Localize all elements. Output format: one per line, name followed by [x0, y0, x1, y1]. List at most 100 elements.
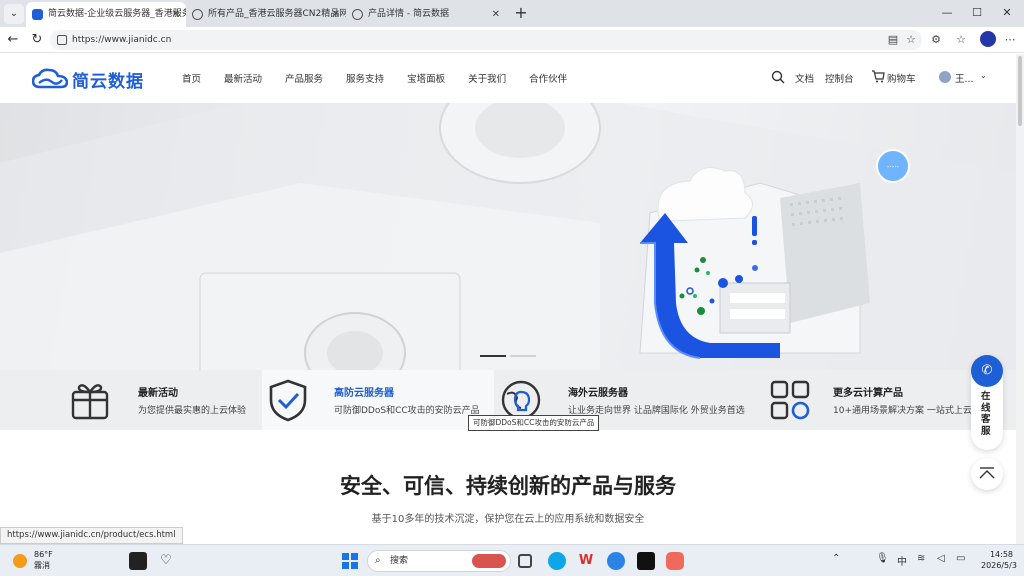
phone-icon[interactable]: ✆ — [971, 355, 1003, 387]
carousel-dot[interactable] — [510, 355, 536, 357]
favorite-star-icon[interactable]: ☆ — [903, 32, 919, 48]
tab-close-icon[interactable]: ✕ — [492, 2, 500, 27]
windows-start-icon[interactable] — [342, 553, 358, 569]
weather-sun-icon[interactable] — [13, 554, 27, 568]
apps-grid-icon — [770, 380, 810, 420]
site-favicon-icon — [32, 9, 43, 20]
nav-item-about[interactable]: 关于我们 — [468, 71, 506, 85]
status-bar-url: https://www.jianidc.cn/product/ecs.html — [0, 527, 183, 544]
online-service-label: 在线客服 — [981, 391, 991, 437]
user-avatar[interactable] — [939, 71, 951, 83]
feature-title: 最新活动 — [138, 388, 178, 399]
taskbar-search-label: 搜索 — [390, 556, 409, 566]
chevron-up-icon[interactable]: ⌃ — [832, 553, 840, 564]
user-name[interactable]: 王... — [955, 71, 974, 85]
wps-office-icon[interactable]: W — [577, 552, 595, 570]
search-icon[interactable] — [771, 70, 785, 84]
tab-actions-button[interactable]: ⌄ — [4, 4, 24, 24]
search-icon: ⌕ — [375, 555, 381, 566]
cloud-logo-icon — [32, 68, 68, 89]
site-header: 简云数据 首页 最新活动 产品服务 服务支持 宝塔面板 关于我们 合作伙伴 文档… — [0, 54, 1016, 103]
section-subtitle: 基于10多年的技术沉淀，保护您在云上的应用系统和数据安全 — [371, 514, 645, 525]
feature-desc: 为您提供最实惠的上云体验 — [138, 406, 247, 416]
wifi-icon[interactable]: ≋ — [917, 553, 925, 564]
feature-card-ddos-server[interactable]: 高防云服务器 可防御DDoS和CC攻击的安防云产品 — [262, 370, 494, 430]
docs-link[interactable]: 文档 — [795, 71, 814, 85]
svg-text:-·-·-: -·-·- — [887, 163, 900, 171]
taskbar: 86°F 霧消 ♡ ⌕ 搜索 W ⌃ 🎙 中 ≋ ◁ ▭ 14:58 2026/… — [0, 544, 1024, 576]
tiktok-icon[interactable] — [637, 552, 655, 570]
nav-item-support[interactable]: 服务支持 — [346, 71, 384, 85]
tab-close-icon[interactable]: ✕ — [332, 2, 340, 27]
feature-desc: 可防御DDoS和CC攻击的安防云产品 — [334, 406, 480, 416]
console-link[interactable]: 控制台 — [825, 71, 854, 85]
clock-date: 2026/5/3 — [981, 561, 1017, 570]
weather-temp: 86°F — [34, 550, 53, 559]
minimize-button[interactable]: — — [937, 4, 957, 22]
app-icon-active[interactable] — [666, 552, 684, 570]
volume-icon[interactable]: ◁ — [937, 553, 945, 564]
browser-tab[interactable]: 产品详情 - 简云数据 ✕ — [346, 2, 506, 27]
feature-title: 高防云服务器 — [334, 388, 394, 399]
new-tab-button[interactable]: + — [512, 4, 530, 22]
tooltip: 可防御DDoS和CC攻击的安防云产品 — [468, 415, 600, 431]
profile-avatar[interactable] — [980, 31, 996, 47]
back-button[interactable]: ← — [4, 31, 22, 49]
back-to-top-button[interactable] — [971, 458, 1003, 490]
feature-card-activities[interactable]: 最新活动 为您提供最实惠的上云体验 — [0, 370, 262, 430]
section-title: 安全、可信、持续创新的产品与服务 — [340, 474, 676, 498]
microphone-icon[interactable]: 🎙 — [876, 553, 889, 564]
edge-browser-icon[interactable] — [548, 552, 566, 570]
chevron-down-icon[interactable]: ⌄ — [980, 71, 987, 80]
close-window-button[interactable]: ✕ — [997, 4, 1017, 22]
nav-item-bt-panel[interactable]: 宝塔面板 — [407, 71, 445, 85]
nav-item-partners[interactable]: 合作伙伴 — [529, 71, 567, 85]
extensions-icon[interactable]: ⚙ — [928, 32, 944, 48]
tab-title: 产品详情 - 简云数据 — [368, 9, 449, 19]
clock-time: 14:58 — [989, 550, 1013, 559]
tab-close-icon[interactable]: ✕ — [172, 2, 180, 27]
site-logo[interactable]: 简云数据 — [32, 66, 144, 92]
task-view-icon[interactable] — [518, 554, 532, 568]
cart-link[interactable]: 购物车 — [887, 71, 916, 85]
logo-text: 简云数据 — [72, 71, 144, 92]
more-menu-icon[interactable]: ⋯ — [1002, 32, 1018, 48]
maximize-button[interactable]: ☐ — [967, 4, 987, 22]
feature-desc: 10+通用场景解决方案 一站式上云 — [833, 406, 972, 416]
refresh-button[interactable]: ↻ — [28, 31, 46, 49]
taskbar-search[interactable]: ⌕ 搜索 — [367, 550, 511, 572]
gift-icon — [71, 384, 109, 420]
reader-mode-icon[interactable]: ▤ — [885, 32, 901, 48]
scrollbar-thumb[interactable] — [1018, 56, 1022, 126]
nav-item-products[interactable]: 产品服务 — [285, 71, 323, 85]
app-circle-icon[interactable] — [607, 552, 625, 570]
weather-widget[interactable]: 86°F 霧消 — [34, 549, 53, 571]
cart-icon[interactable] — [871, 70, 885, 83]
nav-item-home[interactable]: 首页 — [182, 71, 201, 85]
shield-check-icon — [269, 379, 307, 422]
hero-illustration: -·-·- — [0, 103, 1016, 370]
browser-tab[interactable]: 所有产品_香港云服务器CN2精品网 ✕ — [186, 2, 346, 27]
feature-title: 更多云计算产品 — [833, 388, 903, 399]
address-input[interactable]: https://www.jianidc.cn — [50, 30, 922, 50]
weather-desc: 霧消 — [34, 561, 50, 570]
url-text: https://www.jianidc.cn — [72, 35, 172, 45]
battery-icon[interactable]: ▭ — [956, 553, 965, 564]
tab-title: 所有产品_香港云服务器CN2精品网 — [208, 9, 346, 19]
favorites-icon[interactable]: ☆ — [953, 32, 969, 48]
main-nav: 首页 最新活动 产品服务 服务支持 宝塔面板 关于我们 合作伙伴 — [182, 71, 590, 85]
page-scrollbar[interactable] — [1016, 54, 1024, 544]
carousel-indicators — [480, 355, 540, 357]
app-icon[interactable] — [129, 552, 147, 570]
globe-icon — [352, 9, 363, 20]
carousel-dot-active[interactable] — [480, 355, 506, 357]
online-service-widget[interactable]: ✆ 在线客服 — [971, 355, 1003, 450]
hero-banner[interactable]: -·-·- — [0, 103, 1016, 370]
heart-icon[interactable]: ♡ — [157, 552, 175, 570]
nav-item-activities[interactable]: 最新活动 — [224, 71, 262, 85]
browser-tab-active[interactable]: 简云数据-企业级云服务器_香港服务器 ✕ — [26, 2, 186, 27]
feature-title: 海外云服务器 — [568, 388, 628, 399]
ime-indicator[interactable]: 中 — [897, 553, 907, 568]
taskbar-clock[interactable]: 14:58 2026/5/3 — [981, 549, 1017, 571]
globe-icon — [192, 9, 203, 20]
